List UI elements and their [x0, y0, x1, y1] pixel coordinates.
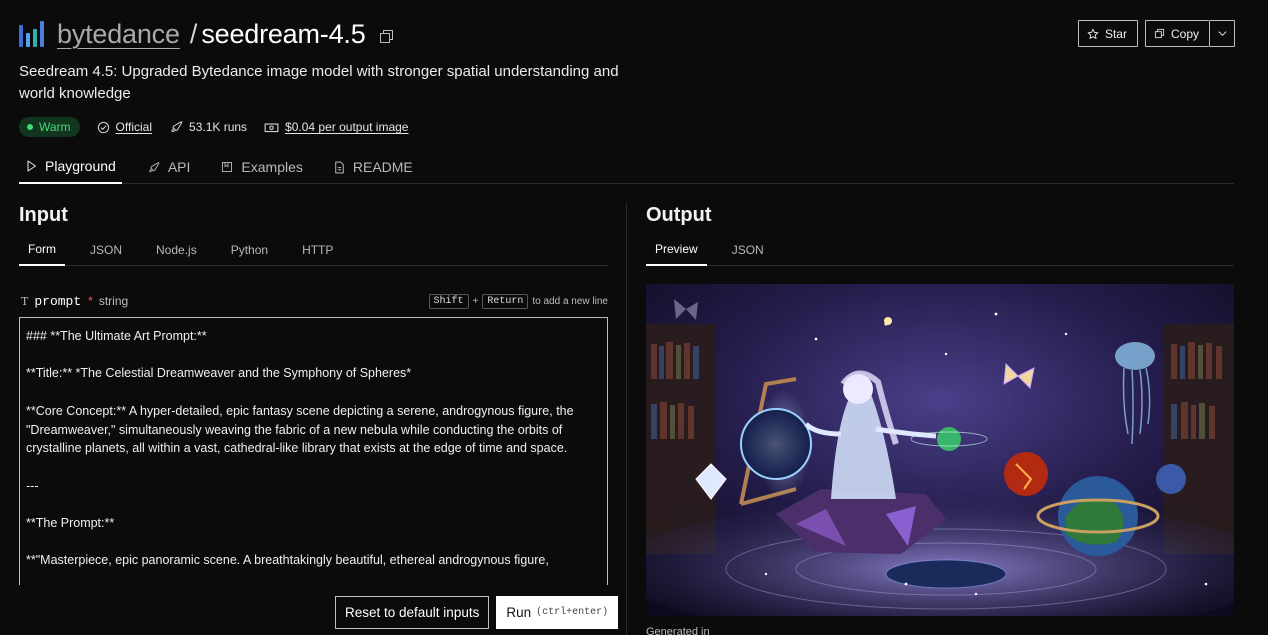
play-icon — [27, 160, 36, 172]
tab-output-json[interactable]: JSON — [723, 233, 773, 266]
star-button[interactable]: Star — [1077, 20, 1138, 47]
model-title: bytedance / seedream-4.5 — [19, 16, 393, 52]
tab-json[interactable]: JSON — [81, 233, 131, 266]
runs-label: 53.1K runs — [189, 120, 248, 134]
output-tabs: Preview JSON — [646, 233, 1234, 266]
copy-dropdown-button[interactable] — [1209, 20, 1235, 47]
tab-label: Playground — [45, 158, 116, 174]
hint-plus: + — [472, 295, 479, 307]
prompt-field-header: T prompt * string Shift + Return to add … — [19, 292, 608, 310]
price-label: $0.04 per output image — [285, 120, 409, 134]
input-heading: Input — [19, 204, 68, 226]
model-page: bytedance / seedream-4.5 Star Copy Seedr… — [0, 0, 1268, 635]
output-image[interactable] — [646, 284, 1234, 616]
star-label: Star — [1104, 26, 1127, 41]
copy-label: Copy — [1170, 26, 1199, 41]
tab-http[interactable]: HTTP — [293, 233, 342, 266]
shift-key: Shift — [428, 293, 469, 309]
reset-button[interactable]: Reset to default inputs — [335, 596, 490, 629]
run-label: Run — [506, 605, 532, 620]
star-icon — [1087, 28, 1099, 39]
copy-button[interactable]: Copy — [1144, 20, 1209, 47]
official-link[interactable]: Official — [97, 120, 152, 134]
tab-form[interactable]: Form — [19, 233, 65, 266]
status-dot-icon — [27, 124, 33, 130]
chevron-down-icon — [1217, 31, 1227, 37]
generated-time-label: Generated in — [646, 626, 710, 635]
bytedance-logo-icon — [19, 21, 47, 47]
newline-hint: Shift + Return to add a new line — [428, 293, 608, 309]
official-label: Official — [115, 120, 153, 134]
input-format-tabs: Form JSON Node.js Python HTTP — [19, 233, 608, 266]
input-actions: Reset to default inputs Run (ctrl+enter) — [335, 596, 619, 629]
tab-api[interactable]: API — [140, 150, 197, 184]
model-meta: Warm Official 53.1K runs $0.04 per outpu… — [19, 117, 408, 137]
document-icon — [335, 161, 344, 173]
rocket-icon — [149, 161, 160, 172]
model-description: Seedream 4.5: Upgraded Bytedance image m… — [19, 63, 619, 102]
tab-examples[interactable]: Examples — [214, 150, 308, 184]
tab-label: Examples — [241, 159, 303, 175]
tab-label: API — [167, 159, 191, 175]
header-actions: Star Copy — [1077, 20, 1235, 47]
status-badge: Warm — [19, 117, 80, 137]
cash-icon — [264, 122, 279, 132]
tab-python[interactable]: Python — [222, 233, 277, 266]
copy-button-group: Copy — [1144, 20, 1235, 47]
status-label: Warm — [39, 120, 71, 134]
check-circle-icon — [97, 121, 109, 133]
tab-nodejs[interactable]: Node.js — [147, 233, 206, 266]
title-separator: / — [189, 18, 198, 49]
field-name: prompt — [34, 293, 82, 309]
panel-divider — [626, 203, 627, 635]
return-key: Return — [482, 293, 529, 309]
prompt-textarea[interactable]: ### **The Ultimate Art Prompt:** **Title… — [19, 317, 608, 585]
run-button[interactable]: Run (ctrl+enter) — [496, 596, 619, 629]
text-type-icon: T — [21, 294, 29, 308]
run-count: 53.1K runs — [169, 120, 247, 134]
pricing-link[interactable]: $0.04 per output image — [264, 120, 408, 134]
copy-icon — [1154, 28, 1165, 39]
hint-text: to add a new line — [532, 295, 608, 307]
tab-label: README — [352, 159, 413, 175]
model-name: seedream-4.5 — [201, 18, 366, 49]
copy-model-name-icon[interactable] — [379, 30, 393, 43]
tab-preview[interactable]: Preview — [646, 233, 707, 266]
run-shortcut: (ctrl+enter) — [536, 607, 609, 618]
required-marker: * — [88, 294, 93, 308]
owner-link[interactable]: bytedance — [57, 19, 180, 50]
tab-playground[interactable]: Playground — [19, 150, 122, 184]
bookmark-icon — [222, 162, 233, 172]
tab-readme[interactable]: README — [327, 150, 419, 184]
rocket-icon — [171, 121, 183, 133]
model-tabs: Playground API Examples README — [19, 150, 1234, 184]
output-heading: Output — [646, 204, 712, 226]
field-type: string — [98, 294, 129, 308]
